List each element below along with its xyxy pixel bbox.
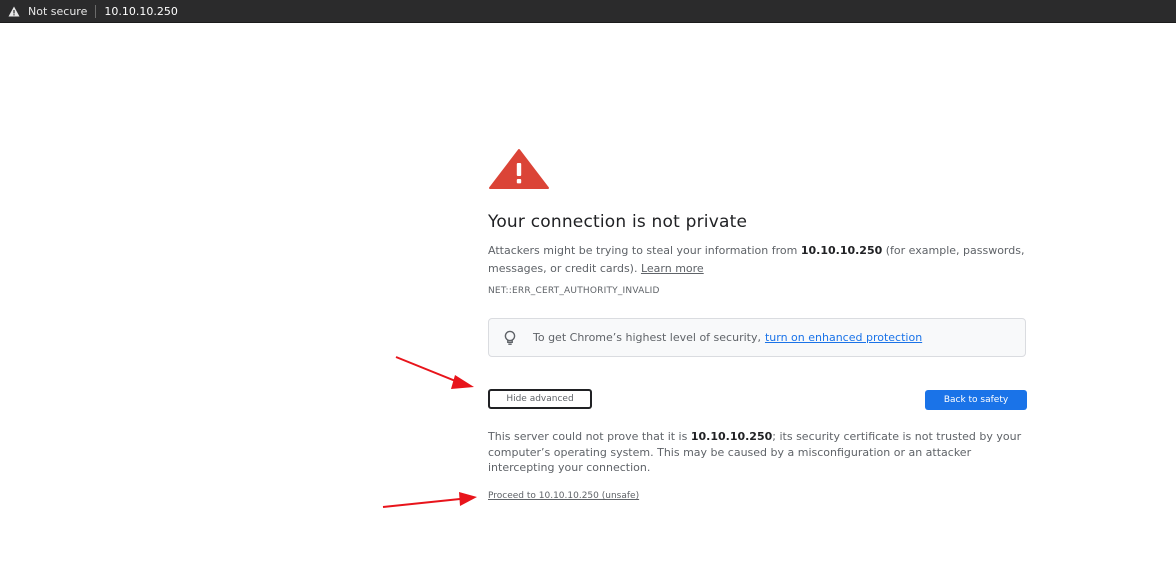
error-code: NET::ERR_CERT_AUTHORITY_INVALID (488, 286, 660, 296)
warning-triangle-icon[interactable] (6, 3, 22, 19)
intro-paragraph: Attackers might be trying to steal your … (488, 242, 1028, 278)
annotation-arrow-hide-advanced (395, 356, 474, 389)
interstitial-content: Your connection is not private Attackers… (488, 148, 1028, 501)
enhanced-protection-banner: To get Chrome’s highest level of securit… (488, 318, 1026, 357)
enhanced-protection-link[interactable]: turn on enhanced protection (765, 331, 922, 344)
address-separator (95, 4, 97, 18)
back-to-safety-button[interactable]: Back to safety (925, 390, 1027, 410)
address-bar[interactable]: Not secure 10.10.10.250 (0, 0, 1176, 23)
advanced-host: 10.10.10.250 (690, 430, 773, 443)
not-secure-label[interactable]: Not secure (28, 5, 87, 18)
enhanced-protection-text: To get Chrome’s highest level of securit… (533, 331, 761, 344)
advanced-details-paragraph: This server could not prove that it is 1… (488, 429, 1028, 476)
intro-prefix: Attackers might be trying to steal your … (488, 244, 801, 257)
url-text[interactable]: 10.10.10.250 (104, 5, 177, 18)
red-warning-triangle-icon (489, 149, 549, 189)
lightbulb-icon (504, 330, 516, 345)
page-title: Your connection is not private (488, 212, 748, 232)
proceed-unsafe-link[interactable]: Proceed to 10.10.10.250 (unsafe) (488, 491, 639, 501)
hide-advanced-button[interactable]: Hide advanced (488, 389, 592, 409)
annotation-arrow-proceed (382, 492, 477, 508)
intro-host: 10.10.10.250 (800, 244, 883, 257)
learn-more-link[interactable]: Learn more (641, 262, 704, 275)
advanced-prefix: This server could not prove that it is (488, 430, 691, 443)
